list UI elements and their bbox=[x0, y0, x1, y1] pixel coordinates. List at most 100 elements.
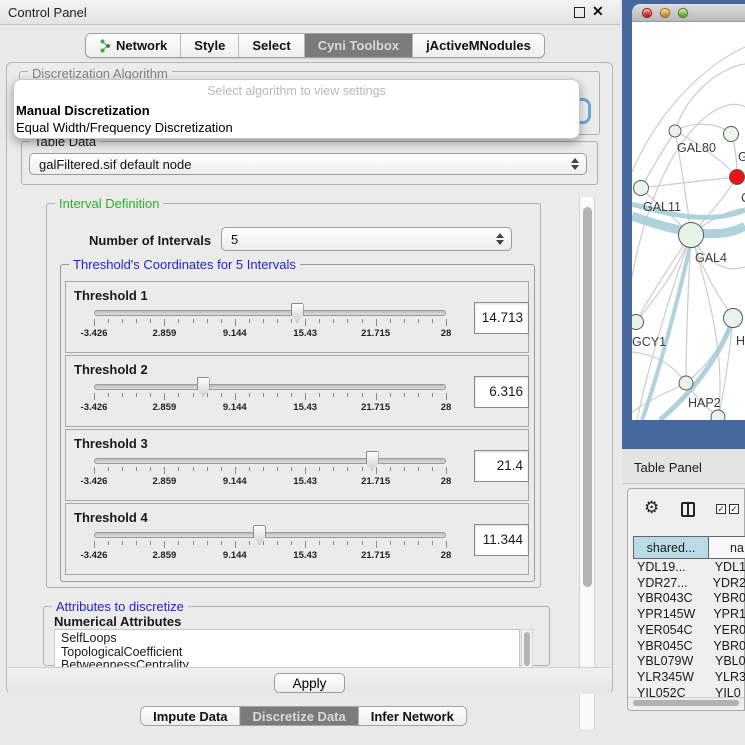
network-node-label: C bbox=[741, 191, 745, 205]
top-tab-bar: Network Style SelectCyni ToolboxjActiveMNo… bbox=[85, 33, 545, 58]
algorithm-option-manual[interactable]: Manual Discretization bbox=[16, 103, 150, 118]
table-row[interactable]: YIL052CYIL0 bbox=[633, 686, 745, 697]
attribute-list-item[interactable]: SelfLoops bbox=[61, 632, 519, 646]
column-header-name[interactable]: na bbox=[709, 536, 745, 559]
threshold-1-row: Threshold 1-3.4262.8599.14415.4321.71528… bbox=[65, 281, 529, 353]
cell-shared-name[interactable]: YDR27... bbox=[633, 576, 711, 592]
close-traffic-light-icon[interactable] bbox=[642, 8, 652, 18]
table-row[interactable]: YDR27...YDR2 bbox=[633, 576, 745, 592]
numerical-attributes-list: SelfLoopsTopologicalCoefficientBetweenne… bbox=[54, 629, 520, 671]
cell-shared-name[interactable]: YER054C bbox=[633, 623, 711, 639]
attributes-list-scrollbar[interactable] bbox=[521, 629, 533, 671]
table-row[interactable]: YDL19...YDL1 bbox=[633, 560, 745, 576]
threshold-value-field[interactable]: 21.4 bbox=[474, 450, 529, 482]
table-header-row: shared... na bbox=[633, 536, 745, 559]
attribute-list-item[interactable]: TopologicalCoefficient bbox=[61, 646, 519, 660]
table-data-combobox[interactable]: galFiltered.sif default node bbox=[29, 153, 587, 175]
slider-ticks bbox=[94, 393, 446, 401]
cell-name[interactable]: YBR0 bbox=[711, 591, 745, 607]
tab-jactivemnodules[interactable]: jActiveMNodules bbox=[413, 34, 544, 57]
threshold-value-field[interactable]: 14.713 bbox=[474, 302, 529, 334]
cell-shared-name[interactable]: YPR145W bbox=[633, 607, 711, 623]
network-edge[interactable] bbox=[641, 131, 675, 188]
panel-vertical-scrollbar[interactable] bbox=[579, 197, 595, 729]
column-header-shared-name[interactable]: shared... bbox=[633, 536, 709, 559]
checkbox-icon[interactable]: ✓ bbox=[716, 504, 726, 514]
table-row[interactable]: YER054CYER0 bbox=[633, 623, 745, 639]
network-node[interactable] bbox=[632, 315, 644, 330]
table-row[interactable]: YLR345WYLR3 bbox=[633, 670, 745, 686]
cell-name[interactable]: YER0 bbox=[711, 623, 745, 639]
slider-track[interactable] bbox=[94, 384, 446, 390]
control-panel-window: Control Panel ✕ NetworkStyleSelectCyni T… bbox=[0, 0, 620, 745]
table-row[interactable]: YBR043CYBR0 bbox=[633, 591, 745, 607]
combo-arrows-icon bbox=[571, 158, 579, 170]
network-node[interactable] bbox=[724, 309, 743, 328]
tab-discretize-data[interactable]: Discretize Data bbox=[241, 707, 359, 725]
network-node[interactable] bbox=[669, 125, 681, 137]
network-edge[interactable] bbox=[675, 124, 731, 134]
network-edge[interactable] bbox=[637, 235, 691, 420]
minimize-traffic-light-icon[interactable] bbox=[660, 8, 670, 18]
table-row[interactable]: YBL079WYBL0 bbox=[633, 654, 745, 670]
cell-name[interactable]: YDL1 bbox=[713, 560, 745, 576]
float-window-icon[interactable] bbox=[574, 7, 585, 18]
tab-cyni-toolbox[interactable]: Cyni Toolbox bbox=[305, 34, 413, 57]
network-node-label: GAL4 bbox=[695, 251, 727, 265]
table-row[interactable]: YBR045CYBR0 bbox=[633, 639, 745, 655]
network-canvas[interactable]: GAL80GAGAL11CGAL4GCY1HHAP2 bbox=[632, 22, 745, 420]
gear-icon[interactable]: ⚙ bbox=[644, 498, 659, 518]
apply-button[interactable]: Apply bbox=[274, 673, 346, 693]
numerical-attributes-label: Numerical Attributes bbox=[54, 614, 181, 629]
zoom-traffic-light-icon[interactable] bbox=[678, 8, 688, 18]
network-icon bbox=[99, 39, 111, 53]
tab-select[interactable]: Select bbox=[239, 34, 304, 57]
network-node[interactable] bbox=[679, 223, 704, 248]
tab-impute-data[interactable]: Impute Data bbox=[141, 707, 240, 725]
table-panel-header: Table Panel bbox=[622, 449, 745, 484]
algorithm-dropdown-popup: Select algorithm to view settings Manual… bbox=[13, 79, 580, 139]
cell-shared-name[interactable]: YIL052C bbox=[633, 686, 713, 697]
network-node[interactable] bbox=[679, 376, 693, 390]
cell-shared-name[interactable]: YBL079W bbox=[633, 654, 713, 670]
network-node[interactable] bbox=[711, 410, 725, 420]
network-window-titlebar[interactable] bbox=[632, 4, 745, 22]
cell-name[interactable]: YBL0 bbox=[713, 654, 745, 670]
close-icon[interactable]: ✕ bbox=[592, 3, 604, 20]
cell-shared-name[interactable]: YBR045C bbox=[633, 639, 711, 655]
threshold-value-field[interactable]: 11.344 bbox=[474, 524, 529, 556]
checkbox-icon[interactable]: ✓ bbox=[729, 504, 739, 514]
cell-name[interactable]: YIL0 bbox=[713, 686, 741, 697]
cell-shared-name[interactable]: YLR345W bbox=[633, 670, 713, 686]
network-edge[interactable] bbox=[641, 177, 737, 188]
cell-shared-name[interactable]: YDL19... bbox=[633, 560, 713, 576]
cell-name[interactable]: YLR3 bbox=[713, 670, 745, 686]
slider-ticks bbox=[94, 467, 446, 475]
table-horizontal-scrollbar[interactable] bbox=[628, 697, 744, 707]
slider-track[interactable] bbox=[94, 310, 446, 316]
table-row[interactable]: YPR145WYPR1 bbox=[633, 607, 745, 623]
tab-label: Impute Data bbox=[153, 709, 227, 724]
number-of-intervals-combobox[interactable]: 5 bbox=[221, 227, 512, 251]
cell-name[interactable]: YDR2 bbox=[711, 576, 745, 592]
cell-name[interactable]: YBR0 bbox=[711, 639, 745, 655]
network-view-window: GAL80GAGAL11CGAL4GCY1HHAP2 bbox=[622, 0, 745, 449]
cell-name[interactable]: YPR1 bbox=[711, 607, 745, 623]
slider-track[interactable] bbox=[94, 458, 446, 464]
network-node[interactable] bbox=[724, 127, 739, 142]
tab-network[interactable]: Network bbox=[86, 34, 181, 57]
slider-track[interactable] bbox=[94, 532, 446, 538]
attributes-group-label: Attributes to discretize bbox=[52, 599, 188, 614]
cell-shared-name[interactable]: YBR043C bbox=[633, 591, 711, 607]
tab-style[interactable]: Style bbox=[181, 34, 239, 57]
column-layout-icon[interactable] bbox=[681, 502, 695, 517]
network-node[interactable] bbox=[730, 170, 745, 185]
network-edge[interactable] bbox=[691, 235, 733, 318]
tab-label: Style bbox=[194, 38, 225, 53]
network-edge[interactable] bbox=[675, 64, 745, 131]
tab-infer-network[interactable]: Infer Network bbox=[359, 707, 466, 725]
network-node[interactable] bbox=[634, 181, 649, 196]
algorithm-option-equal-width[interactable]: Equal Width/Frequency Discretization bbox=[16, 120, 233, 135]
threshold-value-field[interactable]: 6.316 bbox=[474, 376, 529, 408]
threshold-2-row: Threshold 2-3.4262.8599.14415.4321.71528… bbox=[65, 355, 529, 427]
